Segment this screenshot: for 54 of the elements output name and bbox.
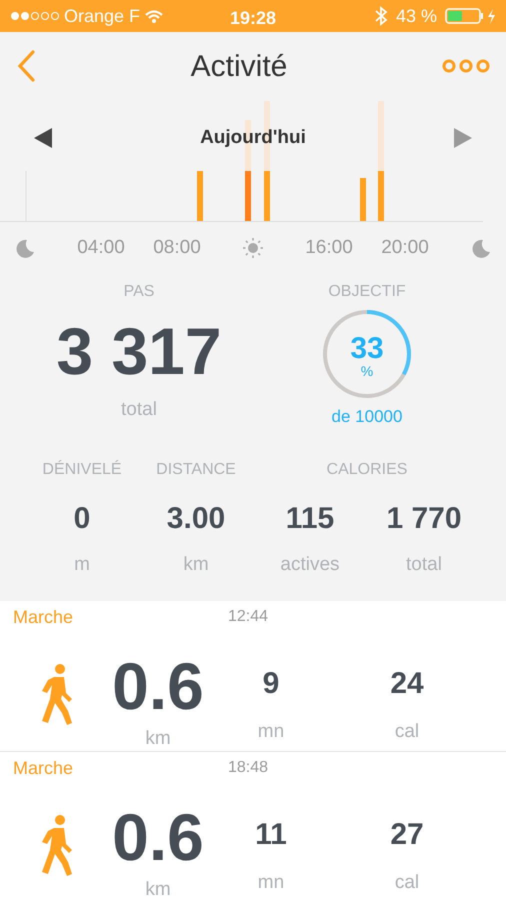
activity-duration: 9: [262, 666, 280, 702]
stat-unit: m: [74, 552, 90, 576]
axis-label: 08:00: [153, 236, 201, 260]
activity-calories: 27: [390, 817, 424, 853]
stat-unit: actives: [280, 552, 340, 576]
sun-icon: [242, 237, 264, 259]
axis-label: 20:00: [381, 236, 429, 260]
activity-calories: 24: [390, 666, 424, 702]
back-icon[interactable]: [16, 49, 36, 83]
axis-label: 16:00: [305, 236, 353, 260]
goal-percent: 33: [350, 334, 384, 364]
status-time: 19:28: [230, 7, 276, 30]
moon-icon: [471, 238, 491, 258]
previous-icon[interactable]: [34, 128, 52, 148]
stat-value: 3.00: [166, 500, 226, 536]
stat-unit: total: [121, 398, 157, 422]
stat-unit: total: [406, 552, 442, 576]
activity-time: 18:48: [228, 758, 268, 778]
stat-unit: km: [183, 552, 209, 576]
activity-type: Marche: [12, 606, 74, 628]
activity-time: 12:44: [228, 607, 268, 627]
next-icon[interactable]: [454, 128, 472, 148]
signal-icon: [10, 10, 60, 22]
activity-unit: cal: [394, 871, 420, 895]
stat-value: 115: [286, 500, 334, 536]
stat-heading: PAS: [124, 282, 154, 302]
page-title: Activité: [190, 48, 288, 84]
stat-heading: DÉNIVELÉ: [42, 459, 122, 480]
bluetooth-icon: [374, 6, 388, 26]
activity-unit: mn: [258, 871, 284, 895]
activity-type: Marche: [12, 756, 74, 780]
stat-heading: OBJECTIF: [328, 282, 406, 302]
stat-value: 0: [74, 500, 90, 536]
battery-percent: 43 %: [396, 4, 437, 28]
stat-value: 1 770: [386, 500, 462, 536]
activity-unit: mn: [258, 720, 284, 744]
more-icon[interactable]: [442, 59, 490, 73]
activity-unit: km: [145, 727, 171, 751]
axis-label: 04:00: [77, 236, 125, 260]
activity-unit: km: [145, 878, 171, 900]
moon-icon: [15, 238, 35, 258]
percent-sign: %: [360, 364, 374, 378]
goal-target: de 10000: [332, 406, 402, 428]
battery-icon: [445, 8, 496, 24]
stat-heading: DISTANCE: [156, 460, 236, 480]
activity-unit: cal: [394, 720, 420, 744]
wifi-icon: [144, 9, 164, 23]
period-label: Aujourd'hui: [200, 126, 306, 150]
activity-distance: 0.6: [112, 804, 204, 870]
activity-distance: 0.6: [112, 653, 204, 719]
activity-duration: 11: [255, 817, 287, 853]
carrier-name: Orange F: [64, 4, 140, 28]
step-count: 3 317: [56, 318, 222, 384]
stat-heading: CALORIES: [326, 460, 408, 480]
